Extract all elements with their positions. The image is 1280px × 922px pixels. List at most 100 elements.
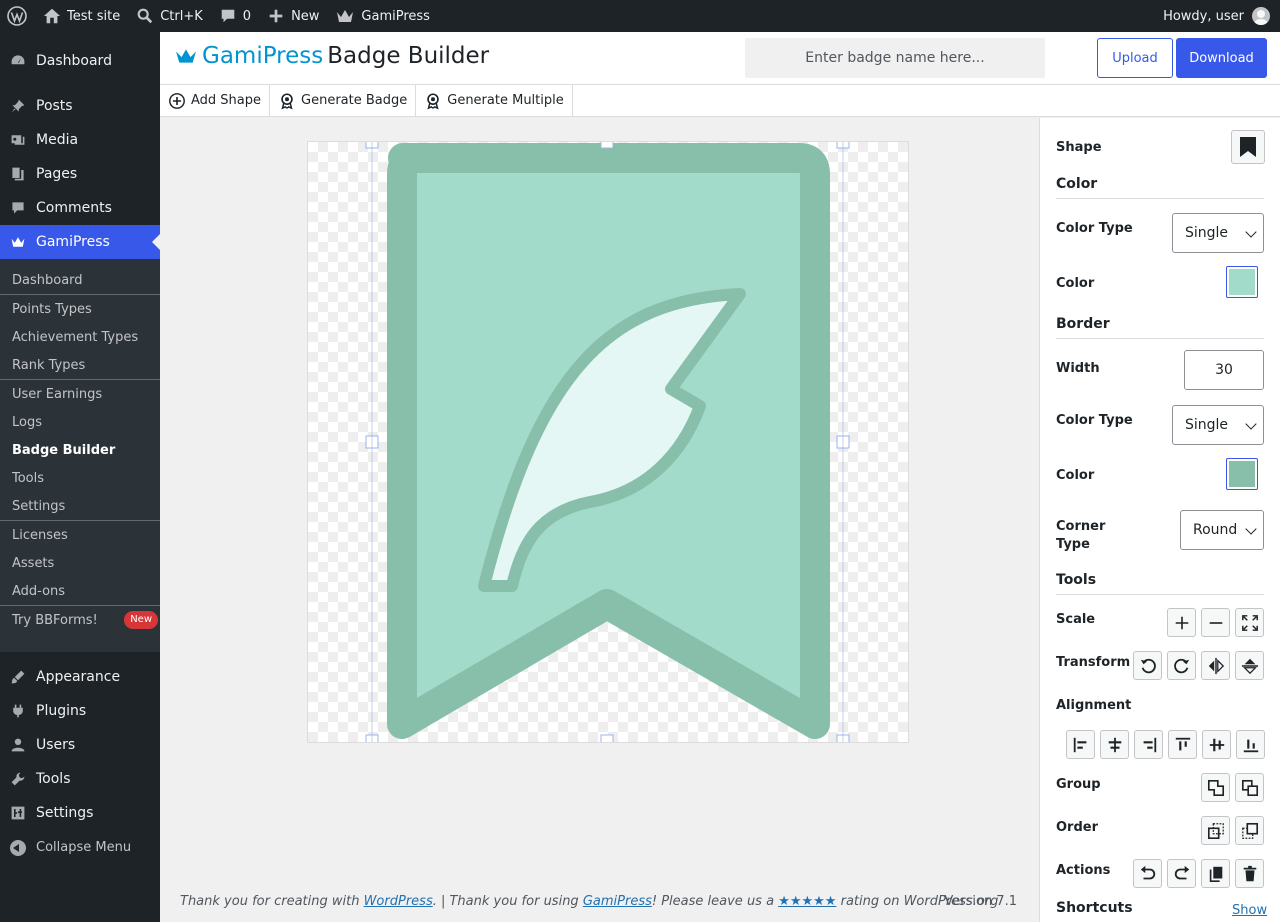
align-center-horizontal-button[interactable] [1100, 730, 1129, 759]
add-circle-icon [169, 92, 185, 109]
page-title: GamiPress Badge Builder [174, 43, 489, 69]
avatar [1252, 7, 1270, 25]
align-bottom-button[interactable] [1236, 730, 1265, 759]
border-color-swatch[interactable] [1226, 458, 1258, 490]
chevron-down-icon [1245, 418, 1257, 430]
shortcuts-show-link[interactable]: Show [1232, 903, 1267, 918]
footer-text: . | Thank you for using [432, 894, 583, 909]
undo-icon [1140, 865, 1155, 879]
align-top-button[interactable] [1168, 730, 1197, 759]
color-type-select[interactable]: Single [1172, 213, 1264, 253]
gamipress-menu[interactable]: GamiPress [327, 0, 438, 32]
gamipress-link[interactable]: GamiPress [583, 894, 652, 909]
submenu-assets[interactable]: Assets [0, 549, 160, 577]
brand-name: GamiPress [202, 43, 324, 69]
generate-multiple-button[interactable]: Generate Multiple [416, 85, 573, 116]
comments-menu[interactable]: 0 [211, 0, 259, 32]
rotate-right-icon [1173, 658, 1189, 673]
submenu-tools[interactable]: Tools [0, 464, 160, 492]
menu-comments[interactable]: Comments [0, 191, 160, 225]
send-backward-button[interactable] [1201, 816, 1230, 845]
color-type-label: Color Type [1056, 221, 1133, 236]
menu-appearance[interactable]: Appearance [0, 660, 160, 694]
menu-posts[interactable]: Posts [0, 89, 160, 123]
search-shortcut[interactable]: Ctrl+K [128, 0, 211, 32]
menu-media[interactable]: Media [0, 123, 160, 157]
rotate-left-button[interactable] [1133, 651, 1162, 680]
group-icon [1207, 779, 1224, 796]
submenu-logs[interactable]: Logs [0, 408, 160, 436]
submenu-licenses[interactable]: Licenses [0, 521, 160, 549]
submenu-points-types[interactable]: Points Types [0, 295, 160, 323]
site-name: Test site [67, 8, 121, 24]
undo-button[interactable] [1133, 859, 1162, 888]
fit-to-canvas-button[interactable] [1235, 608, 1264, 637]
align-center-horizontal-icon [1108, 737, 1121, 752]
wp-logo-menu[interactable] [0, 0, 35, 32]
menu-pages[interactable]: Pages [0, 157, 160, 191]
pin-icon [11, 99, 25, 113]
align-right-button[interactable] [1134, 730, 1163, 759]
flip-horizontal-button[interactable] [1201, 651, 1230, 680]
menu-dashboard[interactable]: Dashboard [0, 44, 160, 78]
gamipress-crown-icon [11, 237, 25, 247]
group-button[interactable] [1201, 773, 1230, 802]
gamipress-crown-icon [176, 49, 196, 63]
rating-stars-link[interactable]: ★★★★★ [778, 894, 836, 909]
ungroup-button[interactable] [1235, 773, 1264, 802]
submenu-settings[interactable]: Settings [0, 492, 160, 520]
corner-type-select[interactable]: Round [1180, 510, 1264, 550]
submenu-rank-types[interactable]: Rank Types [0, 351, 160, 379]
bring-forward-icon [1241, 822, 1258, 839]
menu-label: Pages [36, 166, 78, 182]
add-shape-button[interactable]: Add Shape [160, 85, 271, 116]
delete-button[interactable] [1235, 859, 1264, 888]
badge-canvas[interactable] [307, 141, 909, 743]
collapse-menu-button[interactable]: Collapse Menu [0, 830, 160, 864]
submenu-dashboard[interactable]: Dashboard [0, 266, 160, 294]
my-account-menu[interactable]: Howdy, user [1155, 0, 1280, 32]
generate-multiple-label: Generate Multiple [447, 93, 564, 108]
menu-tools[interactable]: Tools [0, 762, 160, 796]
submenu-add-ons[interactable]: Add-ons [0, 577, 160, 605]
scale-down-button[interactable] [1201, 608, 1230, 637]
badge-name-input[interactable] [745, 38, 1045, 78]
wordpress-link[interactable]: WordPress [364, 894, 433, 909]
menu-users[interactable]: Users [0, 728, 160, 762]
align-left-button[interactable] [1066, 730, 1095, 759]
fill-color-swatch[interactable] [1226, 266, 1258, 298]
bring-forward-button[interactable] [1235, 816, 1264, 845]
duplicate-button[interactable] [1201, 859, 1230, 888]
shape-picker-button[interactable] [1231, 130, 1265, 164]
flip-vertical-button[interactable] [1235, 651, 1264, 680]
submenu-badge-builder[interactable]: Badge Builder [0, 436, 160, 464]
border-width-input[interactable] [1184, 350, 1264, 390]
menu-settings[interactable]: Settings [0, 796, 160, 830]
plus-icon [269, 9, 283, 23]
redo-button[interactable] [1167, 859, 1196, 888]
upload-button[interactable]: Upload [1097, 38, 1173, 78]
menu-label: Media [36, 132, 79, 148]
border-color-type-select[interactable]: Single [1172, 405, 1264, 445]
site-name-menu[interactable]: Test site [35, 0, 128, 32]
chevron-down-icon [1245, 523, 1257, 535]
align-left-icon [1073, 737, 1086, 752]
submenu-achievement-types[interactable]: Achievement Types [0, 323, 160, 351]
new-content-menu[interactable]: New [259, 0, 327, 32]
admin-sidebar: Dashboard Posts Media Pages Comments Gam… [0, 32, 160, 922]
download-button[interactable]: Download [1176, 38, 1267, 78]
selection-handle[interactable] [600, 142, 614, 149]
menu-plugins[interactable]: Plugins [0, 694, 160, 728]
scale-up-button[interactable] [1167, 608, 1196, 637]
menu-gamipress[interactable]: GamiPress [0, 225, 160, 259]
selection-handle[interactable] [600, 734, 614, 742]
admin-footer: Thank you for creating with WordPress. |… [160, 888, 1039, 922]
border-color-label: Color [1056, 468, 1095, 483]
submenu-user-earnings[interactable]: User Earnings [0, 380, 160, 408]
generate-badge-button[interactable]: Generate Badge [270, 85, 417, 116]
bookmark-icon [1240, 137, 1256, 157]
group-label: Group [1056, 777, 1101, 792]
submenu-try-bbforms[interactable]: Try BBForms! New [0, 606, 160, 634]
align-center-vertical-button[interactable] [1202, 730, 1231, 759]
rotate-right-button[interactable] [1167, 651, 1196, 680]
